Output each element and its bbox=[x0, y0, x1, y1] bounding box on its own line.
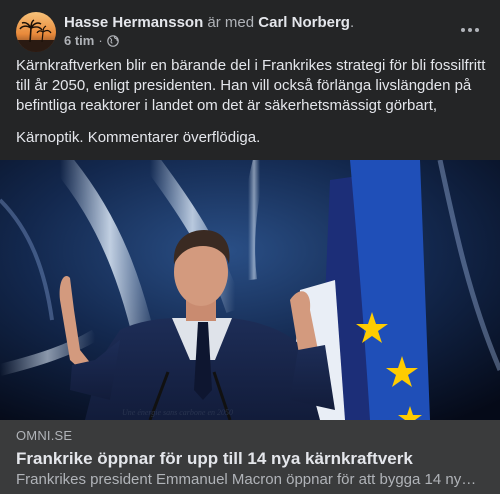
more-options-icon[interactable] bbox=[458, 18, 482, 42]
post-photo[interactable]: Une énergie sans carbone en 2050 bbox=[0, 160, 500, 420]
post-header: Hasse Hermansson är med Carl Norberg. 6 … bbox=[16, 12, 484, 52]
avatar-image bbox=[16, 12, 56, 52]
tagged-name[interactable]: Carl Norberg bbox=[258, 14, 350, 31]
post-paragraph-2: Kärnoptik. Kommentarer överflödiga. bbox=[16, 129, 261, 146]
author-name[interactable]: Hasse Hermansson bbox=[64, 14, 203, 31]
feed-post: Hasse Hermansson är med Carl Norberg. 6 … bbox=[0, 0, 500, 494]
link-title[interactable]: Frankrike öppnar för upp till 14 nya kär… bbox=[16, 448, 484, 470]
photo-macron-speech bbox=[0, 160, 500, 420]
podium-text: Une énergie sans carbone en 2050 bbox=[122, 408, 234, 417]
meta-separator: · bbox=[98, 33, 103, 48]
with-text: är med bbox=[207, 14, 255, 31]
avatar[interactable] bbox=[16, 12, 56, 52]
link-preview[interactable]: OMNI.SE Frankrike öppnar för upp till 14… bbox=[0, 420, 500, 494]
post-meta: 6 tim · bbox=[64, 33, 119, 49]
post-text: Kärnkraftverken blir en bärande del i Fr… bbox=[16, 56, 486, 148]
link-domain: OMNI.SE bbox=[16, 428, 73, 443]
period: . bbox=[349, 14, 355, 31]
link-description: Frankrikes president Emmanuel Macron öpp… bbox=[16, 471, 484, 488]
post-timestamp[interactable]: 6 tim bbox=[64, 33, 94, 49]
post-paragraph-1: Kärnkraftverken blir en bärande del i Fr… bbox=[16, 57, 486, 114]
author-line: Hasse Hermansson är med Carl Norberg. bbox=[64, 13, 354, 32]
podium-sign: Une énergie sans carbone en 2050 bbox=[96, 406, 252, 420]
globe-icon[interactable] bbox=[106, 35, 119, 47]
